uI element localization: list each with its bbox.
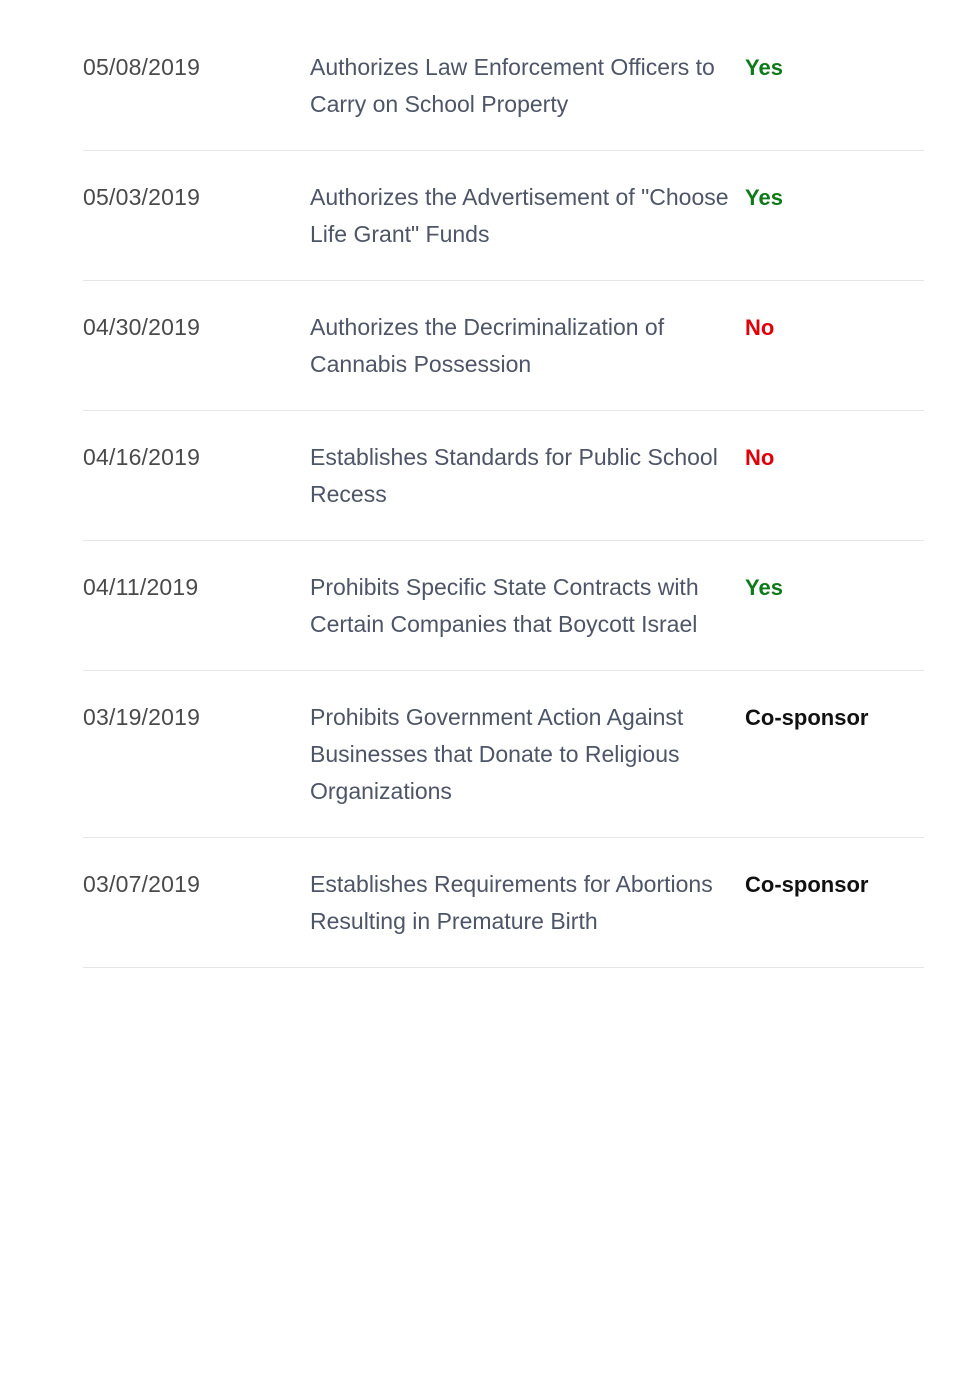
vote-date: 03/07/2019 bbox=[83, 871, 201, 897]
bill-title-link[interactable]: Authorizes the Decriminalization of Cann… bbox=[310, 309, 745, 383]
table-row: 03/07/2019 Establishes Requirements for … bbox=[83, 866, 924, 968]
bill-title-link[interactable]: Establishes Requirements for Abortions R… bbox=[310, 866, 745, 940]
table-row: 03/19/2019 Prohibits Government Action A… bbox=[83, 699, 924, 838]
vote-status: No bbox=[745, 445, 775, 470]
table-row: 04/30/2019 Authorizes the Decriminalizat… bbox=[83, 309, 924, 411]
votes-table: 05/08/2019 Authorizes Law Enforcement Of… bbox=[83, 49, 924, 968]
bill-title-link[interactable]: Prohibits Specific State Contracts with … bbox=[310, 569, 745, 643]
vote-date: 05/08/2019 bbox=[83, 54, 201, 80]
vote-status: Yes bbox=[745, 55, 783, 80]
vote-status: Yes bbox=[745, 575, 783, 600]
table-row: 05/03/2019 Authorizes the Advertisement … bbox=[83, 179, 924, 281]
vote-date: 05/03/2019 bbox=[83, 184, 201, 210]
vote-date: 04/16/2019 bbox=[83, 444, 201, 470]
bill-title-link[interactable]: Authorizes the Advertisement of "Choose … bbox=[310, 179, 745, 253]
vote-status: Yes bbox=[745, 185, 783, 210]
vote-status: No bbox=[745, 315, 775, 340]
vote-date: 04/11/2019 bbox=[83, 574, 199, 600]
table-row: 04/16/2019 Establishes Standards for Pub… bbox=[83, 439, 924, 541]
vote-date: 03/19/2019 bbox=[83, 704, 201, 730]
bill-title-link[interactable]: Authorizes Law Enforcement Officers to C… bbox=[310, 49, 745, 123]
vote-date: 04/30/2019 bbox=[83, 314, 201, 340]
bill-title-link[interactable]: Prohibits Government Action Against Busi… bbox=[310, 699, 745, 810]
vote-status: Co-sponsor bbox=[745, 705, 869, 730]
bill-title-link[interactable]: Establishes Standards for Public School … bbox=[310, 439, 745, 513]
table-row: 04/11/2019 Prohibits Specific State Cont… bbox=[83, 569, 924, 671]
vote-status: Co-sponsor bbox=[745, 872, 869, 897]
table-row: 05/08/2019 Authorizes Law Enforcement Of… bbox=[83, 49, 924, 151]
